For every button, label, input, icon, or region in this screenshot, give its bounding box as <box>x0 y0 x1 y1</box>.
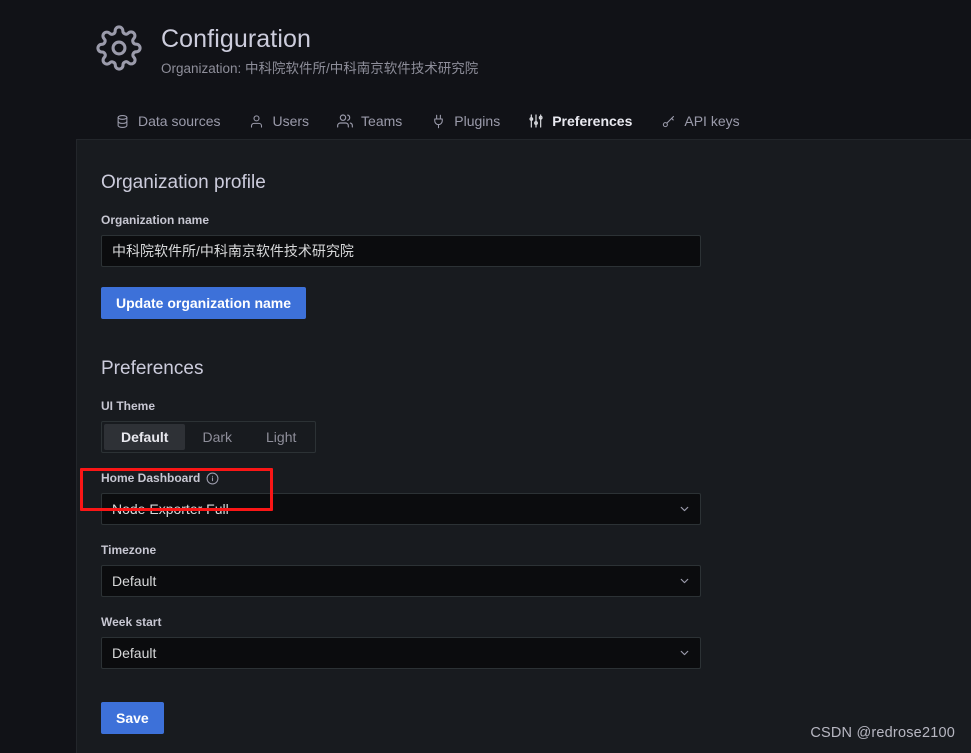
week-start-value: Default <box>112 638 156 668</box>
watermark: CSDN @redrose2100 <box>810 725 955 741</box>
organization-name-input[interactable] <box>101 235 701 267</box>
timezone-label: Timezone <box>101 542 741 558</box>
ui-theme-field: UI Theme Default Dark Light <box>101 398 741 453</box>
sliders-icon <box>528 113 544 129</box>
home-dashboard-label: Home Dashboard <box>101 470 741 486</box>
gear-icon <box>95 24 143 72</box>
tab-data-sources[interactable]: Data sources <box>100 107 234 142</box>
tab-preferences[interactable]: Preferences <box>514 107 646 142</box>
tab-plugins[interactable]: Plugins <box>416 107 514 142</box>
home-dashboard-value: Node Exporter Full <box>112 494 229 524</box>
home-dashboard-field: Home Dashboard Node Exporter Full <box>101 470 741 525</box>
ui-theme-option-default[interactable]: Default <box>104 424 185 450</box>
settings-form: Organization profile Organization name U… <box>101 140 741 734</box>
tab-label: API keys <box>684 112 739 130</box>
label-text: UI Theme <box>101 398 155 414</box>
tab-users[interactable]: Users <box>234 107 323 142</box>
label-text: Timezone <box>101 542 156 558</box>
preferences-heading: Preferences <box>101 357 741 381</box>
save-button[interactable]: Save <box>101 702 164 734</box>
tab-label: Data sources <box>138 112 220 130</box>
week-start-label: Week start <box>101 614 741 630</box>
organization-subtitle: Organization: 中科院软件所/中科南京软件技术研究院 <box>161 59 478 79</box>
tab-label: Teams <box>361 112 402 130</box>
organization-name-field: Organization name <box>101 212 741 267</box>
database-icon <box>114 113 130 129</box>
label-text: Organization name <box>101 212 209 228</box>
organization-profile-heading: Organization profile <box>101 171 741 195</box>
chevron-down-icon[interactable] <box>678 575 691 588</box>
label-text: Home Dashboard <box>101 470 200 486</box>
content-panel: Organization profile Organization name U… <box>76 139 971 753</box>
tab-teams[interactable]: Teams <box>323 107 416 142</box>
timezone-field: Timezone Default <box>101 542 741 597</box>
user-icon <box>248 113 264 129</box>
organization-name-label: Organization name <box>101 212 741 228</box>
tab-label: Preferences <box>552 112 632 130</box>
ui-theme-option-dark[interactable]: Dark <box>185 424 249 450</box>
ui-theme-label: UI Theme <box>101 398 741 414</box>
ui-theme-radio-group: Default Dark Light <box>101 421 316 453</box>
page-title: Configuration <box>161 24 478 54</box>
title-block: Configuration Organization: 中科院软件所/中科南京软… <box>161 22 478 79</box>
ui-theme-option-light[interactable]: Light <box>249 424 313 450</box>
chevron-down-icon[interactable] <box>678 647 691 660</box>
header-inner: Configuration Organization: 中科院软件所/中科南京软… <box>95 22 478 79</box>
timezone-select[interactable]: Default <box>101 565 701 597</box>
info-circle-icon <box>206 472 219 485</box>
page-header: Configuration Organization: 中科院软件所/中科南京软… <box>0 0 971 139</box>
users-icon <box>337 113 353 129</box>
update-organization-name-button[interactable]: Update organization name <box>101 287 306 319</box>
tab-label: Plugins <box>454 112 500 130</box>
label-text: Week start <box>101 614 161 630</box>
chevron-down-icon[interactable] <box>678 503 691 516</box>
tab-api-keys[interactable]: API keys <box>646 107 753 142</box>
configuration-page: Configuration Organization: 中科院软件所/中科南京软… <box>0 0 971 753</box>
nav-tabs: Data sources Users <box>100 107 754 142</box>
week-start-select[interactable]: Default <box>101 637 701 669</box>
home-dashboard-select[interactable]: Node Exporter Full <box>101 493 701 525</box>
key-icon <box>660 113 676 129</box>
timezone-value: Default <box>112 566 156 596</box>
tab-label: Users <box>272 112 309 130</box>
week-start-field: Week start Default <box>101 614 741 669</box>
plug-icon <box>430 113 446 129</box>
